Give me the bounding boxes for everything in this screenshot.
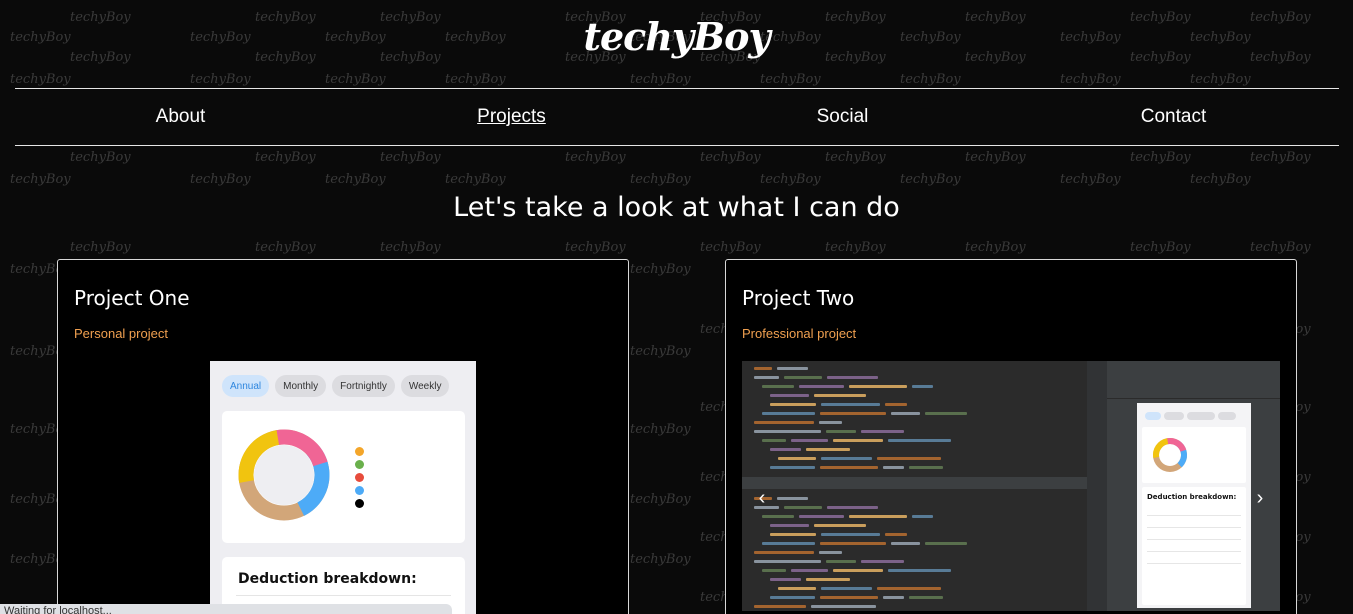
watermark-text: techyBoy xyxy=(630,172,691,187)
watermark-text: techyBoy xyxy=(565,240,626,255)
watermark-text: techyBoy xyxy=(630,552,691,567)
page-headline: Let's take a look at what I can do xyxy=(453,192,900,223)
watermark-text: techyBoy xyxy=(700,240,761,255)
preview-title: Deduction breakdown: xyxy=(1147,493,1237,501)
watermark-text: techyBoy xyxy=(380,240,441,255)
layout-preview: Deduction breakdown: xyxy=(1137,403,1251,608)
donut-chart xyxy=(238,429,330,521)
watermark-text: techyBoy xyxy=(1250,150,1311,165)
watermark-text: techyBoy xyxy=(325,72,386,87)
watermark-text: techyBoy xyxy=(900,72,961,87)
carousel-next-button[interactable]: › xyxy=(1250,487,1270,509)
watermark-text: techyBoy xyxy=(900,172,961,187)
watermark-text: techyBoy xyxy=(445,72,506,87)
watermark-text: techyBoy xyxy=(565,150,626,165)
watermark-text: techyBoy xyxy=(1060,172,1121,187)
chevron-left-icon: ‹ xyxy=(758,487,766,509)
donut-hole xyxy=(254,445,314,505)
nav-item-projects[interactable]: Projects xyxy=(346,89,677,145)
watermark-text: techyBoy xyxy=(760,172,821,187)
watermark-text: techyBoy xyxy=(70,150,131,165)
watermark-text: techyBoy xyxy=(1250,240,1311,255)
watermark-text: techyBoy xyxy=(630,262,691,277)
watermark-text: techyBoy xyxy=(825,240,886,255)
project-screenshot: Deduction breakdown: ‹ › xyxy=(742,361,1280,611)
chevron-right-icon: › xyxy=(1256,487,1264,509)
watermark-text: techyBoy xyxy=(255,150,316,165)
watermark-text: techyBoy xyxy=(965,240,1026,255)
chart-legend xyxy=(355,447,364,508)
watermark-text: techyBoy xyxy=(255,240,316,255)
tab-fortnightly: Fortnightly xyxy=(332,375,395,397)
watermark-text: techyBoy xyxy=(700,150,761,165)
main-nav: About Projects Social Contact xyxy=(15,88,1339,146)
watermark-text: techyBoy xyxy=(1190,172,1251,187)
project-subtitle: Personal project xyxy=(74,326,168,341)
watermark-text: techyBoy xyxy=(760,72,821,87)
watermark-text: techyBoy xyxy=(965,150,1026,165)
project-screenshot: Annual Monthly Fortnightly Weekly Deduct… xyxy=(210,361,476,614)
watermark-text: techyBoy xyxy=(10,72,71,87)
project-subtitle: Professional project xyxy=(742,326,857,341)
donut-chart-card xyxy=(222,411,465,543)
legend-dot xyxy=(355,447,364,456)
watermark-text: techyBoy xyxy=(1190,72,1251,87)
nav-item-about[interactable]: About xyxy=(15,89,346,145)
tab-weekly: Weekly xyxy=(400,375,450,397)
period-tabs: Annual Monthly Fortnightly Weekly xyxy=(222,375,450,397)
watermark-text: techyBoy xyxy=(630,72,691,87)
watermark-text: techyBoy xyxy=(630,422,691,437)
watermark-text: techyBoy xyxy=(630,492,691,507)
carousel-prev-button[interactable]: ‹ xyxy=(752,487,772,509)
nav-item-social[interactable]: Social xyxy=(677,89,1008,145)
watermark-text: techyBoy xyxy=(190,72,251,87)
deduction-title: Deduction breakdown: xyxy=(238,571,417,587)
watermark-text: techyBoy xyxy=(825,150,886,165)
project-card-two[interactable]: Project Two Professional project Deducti… xyxy=(725,259,1297,614)
watermark-text: techyBoy xyxy=(1060,72,1121,87)
watermark-text: techyBoy xyxy=(190,172,251,187)
legend-dot xyxy=(355,486,364,495)
watermark-text: techyBoy xyxy=(1130,240,1191,255)
project-title: Project One xyxy=(74,286,190,310)
watermark-text: techyBoy xyxy=(380,150,441,165)
tab-monthly: Monthly xyxy=(275,375,327,397)
project-title: Project Two xyxy=(742,286,855,310)
browser-status-bar: Waiting for localhost... xyxy=(0,604,452,614)
watermark-text: techyBoy xyxy=(1130,150,1191,165)
watermark-text: techyBoy xyxy=(70,240,131,255)
site-logo[interactable]: techyBoy xyxy=(0,14,1353,59)
tab-annual: Annual xyxy=(222,375,270,397)
legend-dot xyxy=(355,499,364,508)
watermark-text: techyBoy xyxy=(325,172,386,187)
project-card-one[interactable]: Project One Personal project Annual Mont… xyxy=(57,259,629,614)
watermark-text: techyBoy xyxy=(445,172,506,187)
watermark-text: techyBoy xyxy=(630,344,691,359)
legend-dot xyxy=(355,473,364,482)
legend-dot xyxy=(355,460,364,469)
watermark-text: techyBoy xyxy=(10,172,71,187)
nav-item-contact[interactable]: Contact xyxy=(1008,89,1339,145)
